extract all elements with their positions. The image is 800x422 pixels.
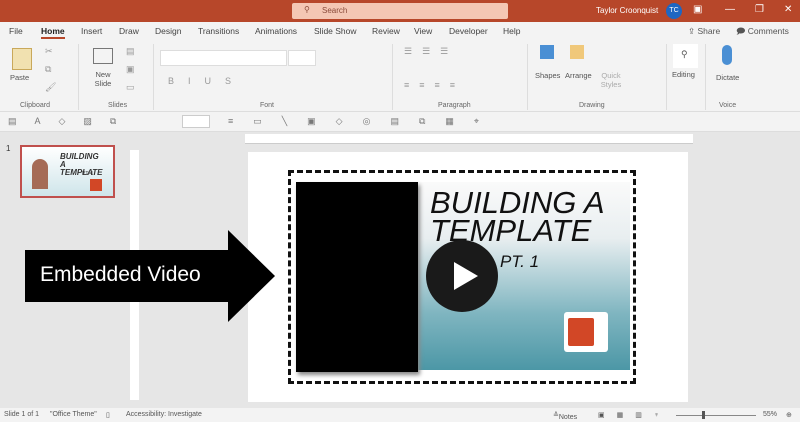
accessibility-status[interactable]: Accessibility: Investigate <box>126 411 202 418</box>
reset-icon[interactable]: ▣ <box>126 64 135 75</box>
copy-icon[interactable]: ⧉ <box>45 64 51 75</box>
group-clipboard: Clipboard <box>20 102 50 109</box>
minimize-button[interactable]: — <box>725 4 735 15</box>
user-name[interactable]: Taylor Croonquist <box>596 6 658 15</box>
share-button[interactable]: ⇪ Share <box>688 26 720 37</box>
align-buttons[interactable]: ≡≡≡≡ <box>404 80 465 90</box>
find-icon: ⚲ <box>673 44 698 68</box>
format-painter-icon[interactable]: 🖌 <box>45 82 56 93</box>
search-input[interactable]: ⚲ Search <box>292 3 508 19</box>
font-size-input[interactable] <box>288 50 316 66</box>
powerpoint-logo-icon <box>564 312 608 352</box>
tab-insert[interactable]: Insert <box>81 26 102 36</box>
group-voice: Voice <box>719 102 737 109</box>
slide-number: 1 <box>6 144 11 153</box>
slide-count: Slide 1 of 1 <box>4 411 40 418</box>
quick-toolbar: ▤A◇▨⧉ ≡▭╲▣◇◎▤⧉▦⌖ <box>0 112 800 132</box>
zoom-level[interactable]: 55% <box>763 411 777 418</box>
avatar[interactable]: TC <box>666 3 682 19</box>
section-icon[interactable]: ▭ <box>126 82 135 93</box>
theme-name: "Office Theme" <box>50 411 97 418</box>
restore-button[interactable]: ❐ <box>755 4 764 15</box>
view-buttons[interactable]: ▣▦▥♆ <box>598 411 671 419</box>
callout-arrow-tip <box>228 230 275 322</box>
callout-label: Embedded Video <box>40 263 201 286</box>
arrange-button[interactable]: Arrange <box>565 71 592 80</box>
group-font: Font <box>260 102 275 109</box>
tab-help[interactable]: Help <box>503 26 520 36</box>
tab-file[interactable]: File <box>9 26 23 36</box>
tab-view[interactable]: View <box>414 26 432 36</box>
search-placeholder: Search <box>322 6 348 15</box>
video-subtitle: PT. 1 <box>500 252 540 271</box>
tab-review[interactable]: Review <box>372 26 400 36</box>
slide-thumbnail[interactable]: BUILDING A TEMPLATE PT. 1 <box>20 145 115 198</box>
zoom-slider-thumb[interactable] <box>702 411 705 419</box>
new-slide-icon <box>93 48 113 64</box>
shapes-button[interactable]: Shapes <box>535 71 560 80</box>
paragraph-buttons[interactable]: ☰☰☰ <box>404 46 458 57</box>
new-slide-button[interactable]: New Slide <box>88 70 118 88</box>
group-slides: Slides <box>108 102 128 109</box>
share-label: Share <box>697 26 721 36</box>
title-bar: Embed a video - Online Video ⚲Search Tay… <box>0 0 800 22</box>
play-icon <box>454 262 478 290</box>
ribbon: Paste ✂ ⧉ 🖌 New Slide ▤ ▣ ▭ BIUS ☰☰☰ ≡≡≡… <box>0 40 800 112</box>
ribbon-tabs: File Home Insert Draw Design Transitions… <box>0 22 800 40</box>
play-button[interactable] <box>426 240 498 312</box>
arrange-icon <box>570 45 584 59</box>
layout-icon[interactable]: ▤ <box>126 46 135 57</box>
tab-design[interactable]: Design <box>155 26 181 36</box>
thumbnail-sub: PT. 1 <box>82 171 94 177</box>
status-bar: Slide 1 of 1 "Office Theme" ▯ Accessibil… <box>0 408 800 422</box>
close-button[interactable]: ✕ <box>784 4 792 15</box>
group-paragraph: Paragraph <box>438 102 471 109</box>
notes-label: Notes <box>558 414 578 421</box>
ribbon-display-icon[interactable]: ▣ <box>693 4 702 15</box>
tab-animations[interactable]: Animations <box>255 26 297 36</box>
tab-slide-show[interactable]: Slide Show <box>314 26 357 36</box>
tab-home[interactable]: Home <box>41 26 65 39</box>
powerpoint-logo <box>90 179 102 191</box>
dictate-button[interactable]: Dictate <box>716 73 739 82</box>
shapes-icon <box>540 45 554 59</box>
spelling-icon[interactable]: ▯ <box>106 411 110 419</box>
comments-button[interactable]: 🗩 Comments <box>736 26 789 40</box>
tab-developer[interactable]: Developer <box>449 26 488 36</box>
font-name-input[interactable] <box>160 50 287 66</box>
shape-toolbar-buttons[interactable]: ≡▭╲▣◇◎▤⧉▦⌖ <box>228 116 499 127</box>
group-drawing: Drawing <box>579 102 605 109</box>
fit-to-window-icon[interactable]: ⊕ <box>786 411 792 419</box>
tab-transitions[interactable]: Transitions <box>198 26 239 36</box>
notes-button[interactable]: ≙ Notes <box>553 411 577 421</box>
paste-button[interactable]: Paste <box>10 73 29 82</box>
format-toolbar-buttons[interactable]: ▤A◇▨⧉ <box>8 116 134 127</box>
tab-draw[interactable]: Draw <box>119 26 139 36</box>
horizontal-ruler[interactable] <box>245 134 693 144</box>
zoom-slider[interactable] <box>676 415 756 416</box>
search-icon: ⚲ <box>304 5 310 14</box>
quick-styles-button[interactable]: Quick Styles <box>598 71 624 89</box>
paste-icon <box>12 48 32 70</box>
comments-label: Comments <box>747 26 789 36</box>
font-format-buttons[interactable]: BIUS <box>168 76 245 86</box>
cut-icon[interactable]: ✂ <box>45 46 53 57</box>
editing-button[interactable]: Editing <box>672 70 695 79</box>
black-overlay <box>296 182 418 372</box>
thumbnail-person <box>32 159 48 189</box>
toolbar-input[interactable] <box>182 115 210 128</box>
microphone-icon <box>722 45 732 65</box>
